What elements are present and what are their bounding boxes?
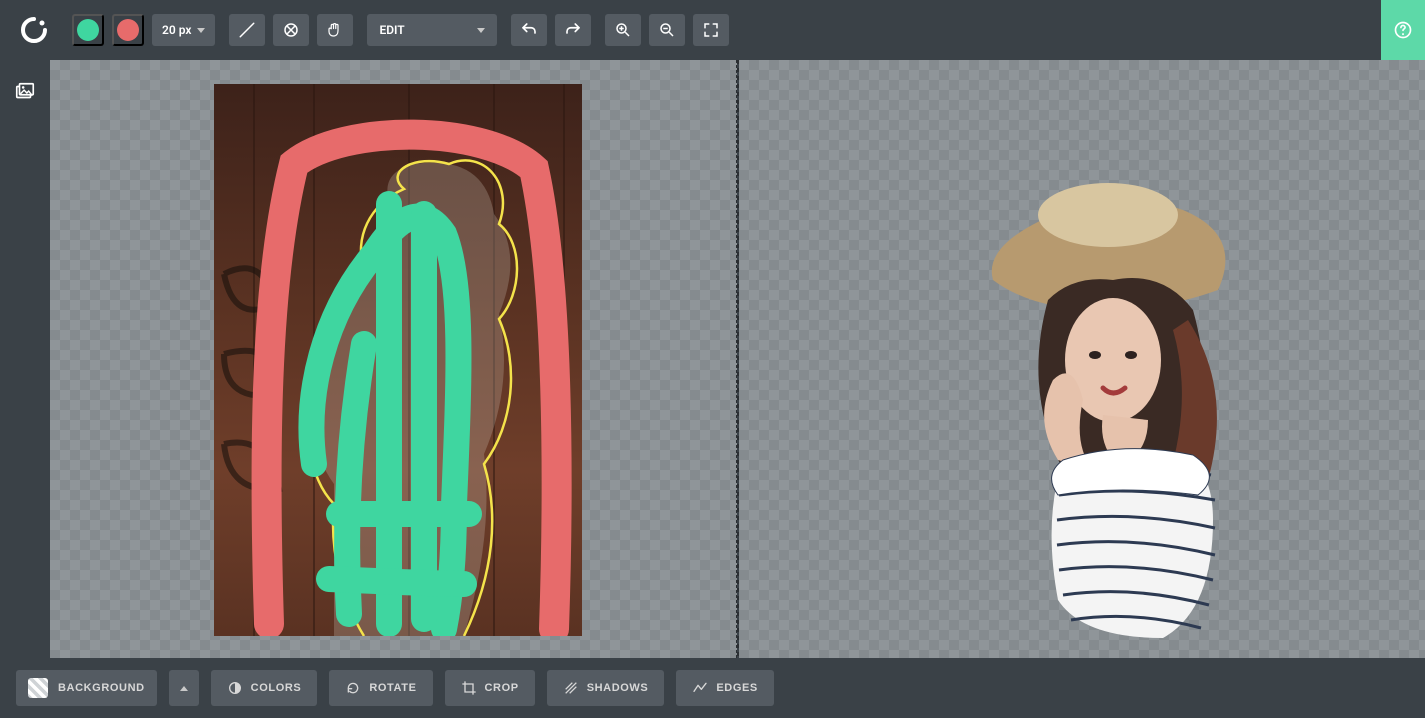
mode-label: EDIT <box>379 23 404 37</box>
help-button[interactable] <box>1381 0 1425 60</box>
app-logo[interactable] <box>10 6 58 54</box>
shadows-icon <box>563 680 579 696</box>
rotate-label: ROTATE <box>369 682 416 694</box>
background-label: BACKGROUND <box>58 682 145 694</box>
crop-icon <box>461 680 477 696</box>
edges-button[interactable]: EDGES <box>676 670 774 706</box>
left-rail <box>0 60 50 658</box>
background-button[interactable]: BACKGROUND <box>16 670 157 706</box>
result-panel[interactable] <box>739 60 1425 658</box>
pan-tool-button[interactable] <box>317 14 353 46</box>
erase-tool-button[interactable] <box>229 14 265 46</box>
keep-brush-button[interactable] <box>72 14 104 46</box>
remove-brush-button[interactable] <box>112 14 144 46</box>
top-toolbar: 20 px EDIT <box>0 0 1425 60</box>
source-panel[interactable] <box>50 60 737 658</box>
brush-size-select[interactable]: 20 px <box>152 14 215 46</box>
shadows-button[interactable]: SHADOWS <box>547 670 665 706</box>
result-image <box>963 160 1263 638</box>
images-rail-button[interactable] <box>7 74 43 110</box>
chevron-up-icon <box>180 686 188 691</box>
help-icon <box>1393 20 1413 40</box>
workspace <box>50 60 1425 658</box>
zoom-in-button[interactable] <box>605 14 641 46</box>
edges-label: EDGES <box>716 682 758 694</box>
mode-select[interactable]: EDIT <box>367 14 497 46</box>
redo-button[interactable] <box>555 14 591 46</box>
contrast-icon <box>227 680 243 696</box>
crop-button[interactable]: CROP <box>445 670 535 706</box>
fullscreen-button[interactable] <box>693 14 729 46</box>
crop-label: CROP <box>485 682 519 694</box>
clear-tool-button[interactable] <box>273 14 309 46</box>
shadows-label: SHADOWS <box>587 682 649 694</box>
chevron-down-icon <box>197 28 205 33</box>
edges-icon <box>692 680 708 696</box>
undo-button[interactable] <box>511 14 547 46</box>
brush-size-label: 20 px <box>162 23 191 37</box>
transparency-swatch-icon <box>28 678 48 698</box>
rotate-button[interactable]: ROTATE <box>329 670 432 706</box>
rotate-icon <box>345 680 361 696</box>
chevron-down-icon <box>477 28 485 33</box>
source-image <box>214 84 582 636</box>
colors-button[interactable]: COLORS <box>211 670 318 706</box>
bottom-toolbar: BACKGROUND COLORS ROTATE CROP SHADOWS ED… <box>0 658 1425 718</box>
background-options-button[interactable] <box>169 670 199 706</box>
colors-label: COLORS <box>251 682 302 694</box>
zoom-out-button[interactable] <box>649 14 685 46</box>
